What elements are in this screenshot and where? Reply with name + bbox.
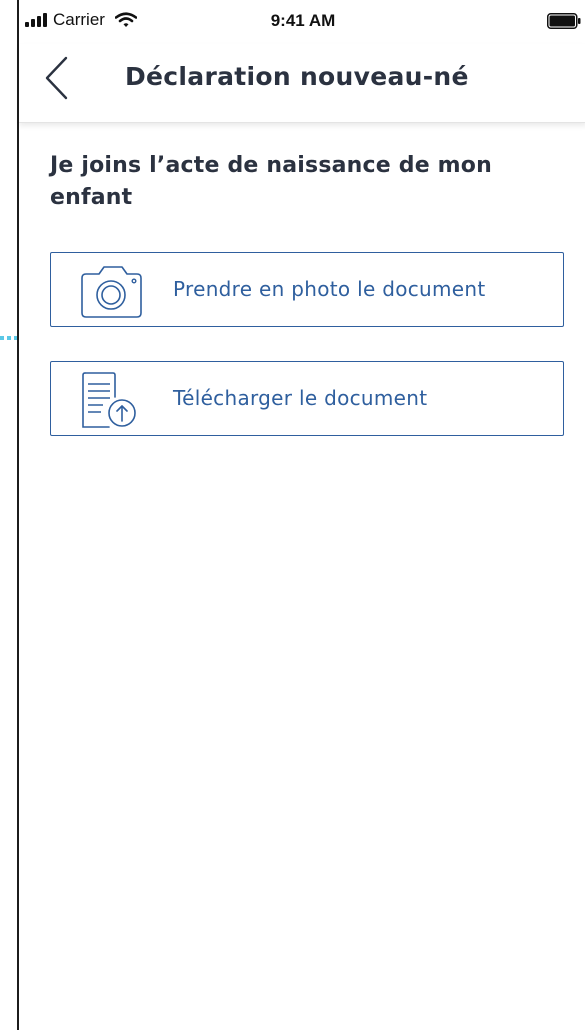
page-title: Déclaration nouveau-né <box>125 62 469 91</box>
upload-document-label: Télécharger le document <box>173 386 428 410</box>
document-upload-icon <box>82 372 136 428</box>
phone-screen: Carrier 9:41 AM Déclaration nouveau-né J… <box>17 0 585 1030</box>
section-question: Je joins l’acte de naissance de mon enfa… <box>50 153 492 210</box>
navigation-bar: Déclaration nouveau-né <box>19 44 585 123</box>
camera-icon <box>81 266 142 318</box>
take-photo-label: Prendre en photo le document <box>173 277 486 301</box>
status-bar-time: 9:41 AM <box>270 11 336 30</box>
upload-document-button[interactable]: Télécharger le document <box>50 361 564 436</box>
battery-icon <box>547 13 581 29</box>
status-bar: Carrier 9:41 AM <box>19 0 585 44</box>
back-chevron-icon[interactable] <box>41 56 75 100</box>
take-photo-button[interactable]: Prendre en photo le document <box>50 252 564 327</box>
